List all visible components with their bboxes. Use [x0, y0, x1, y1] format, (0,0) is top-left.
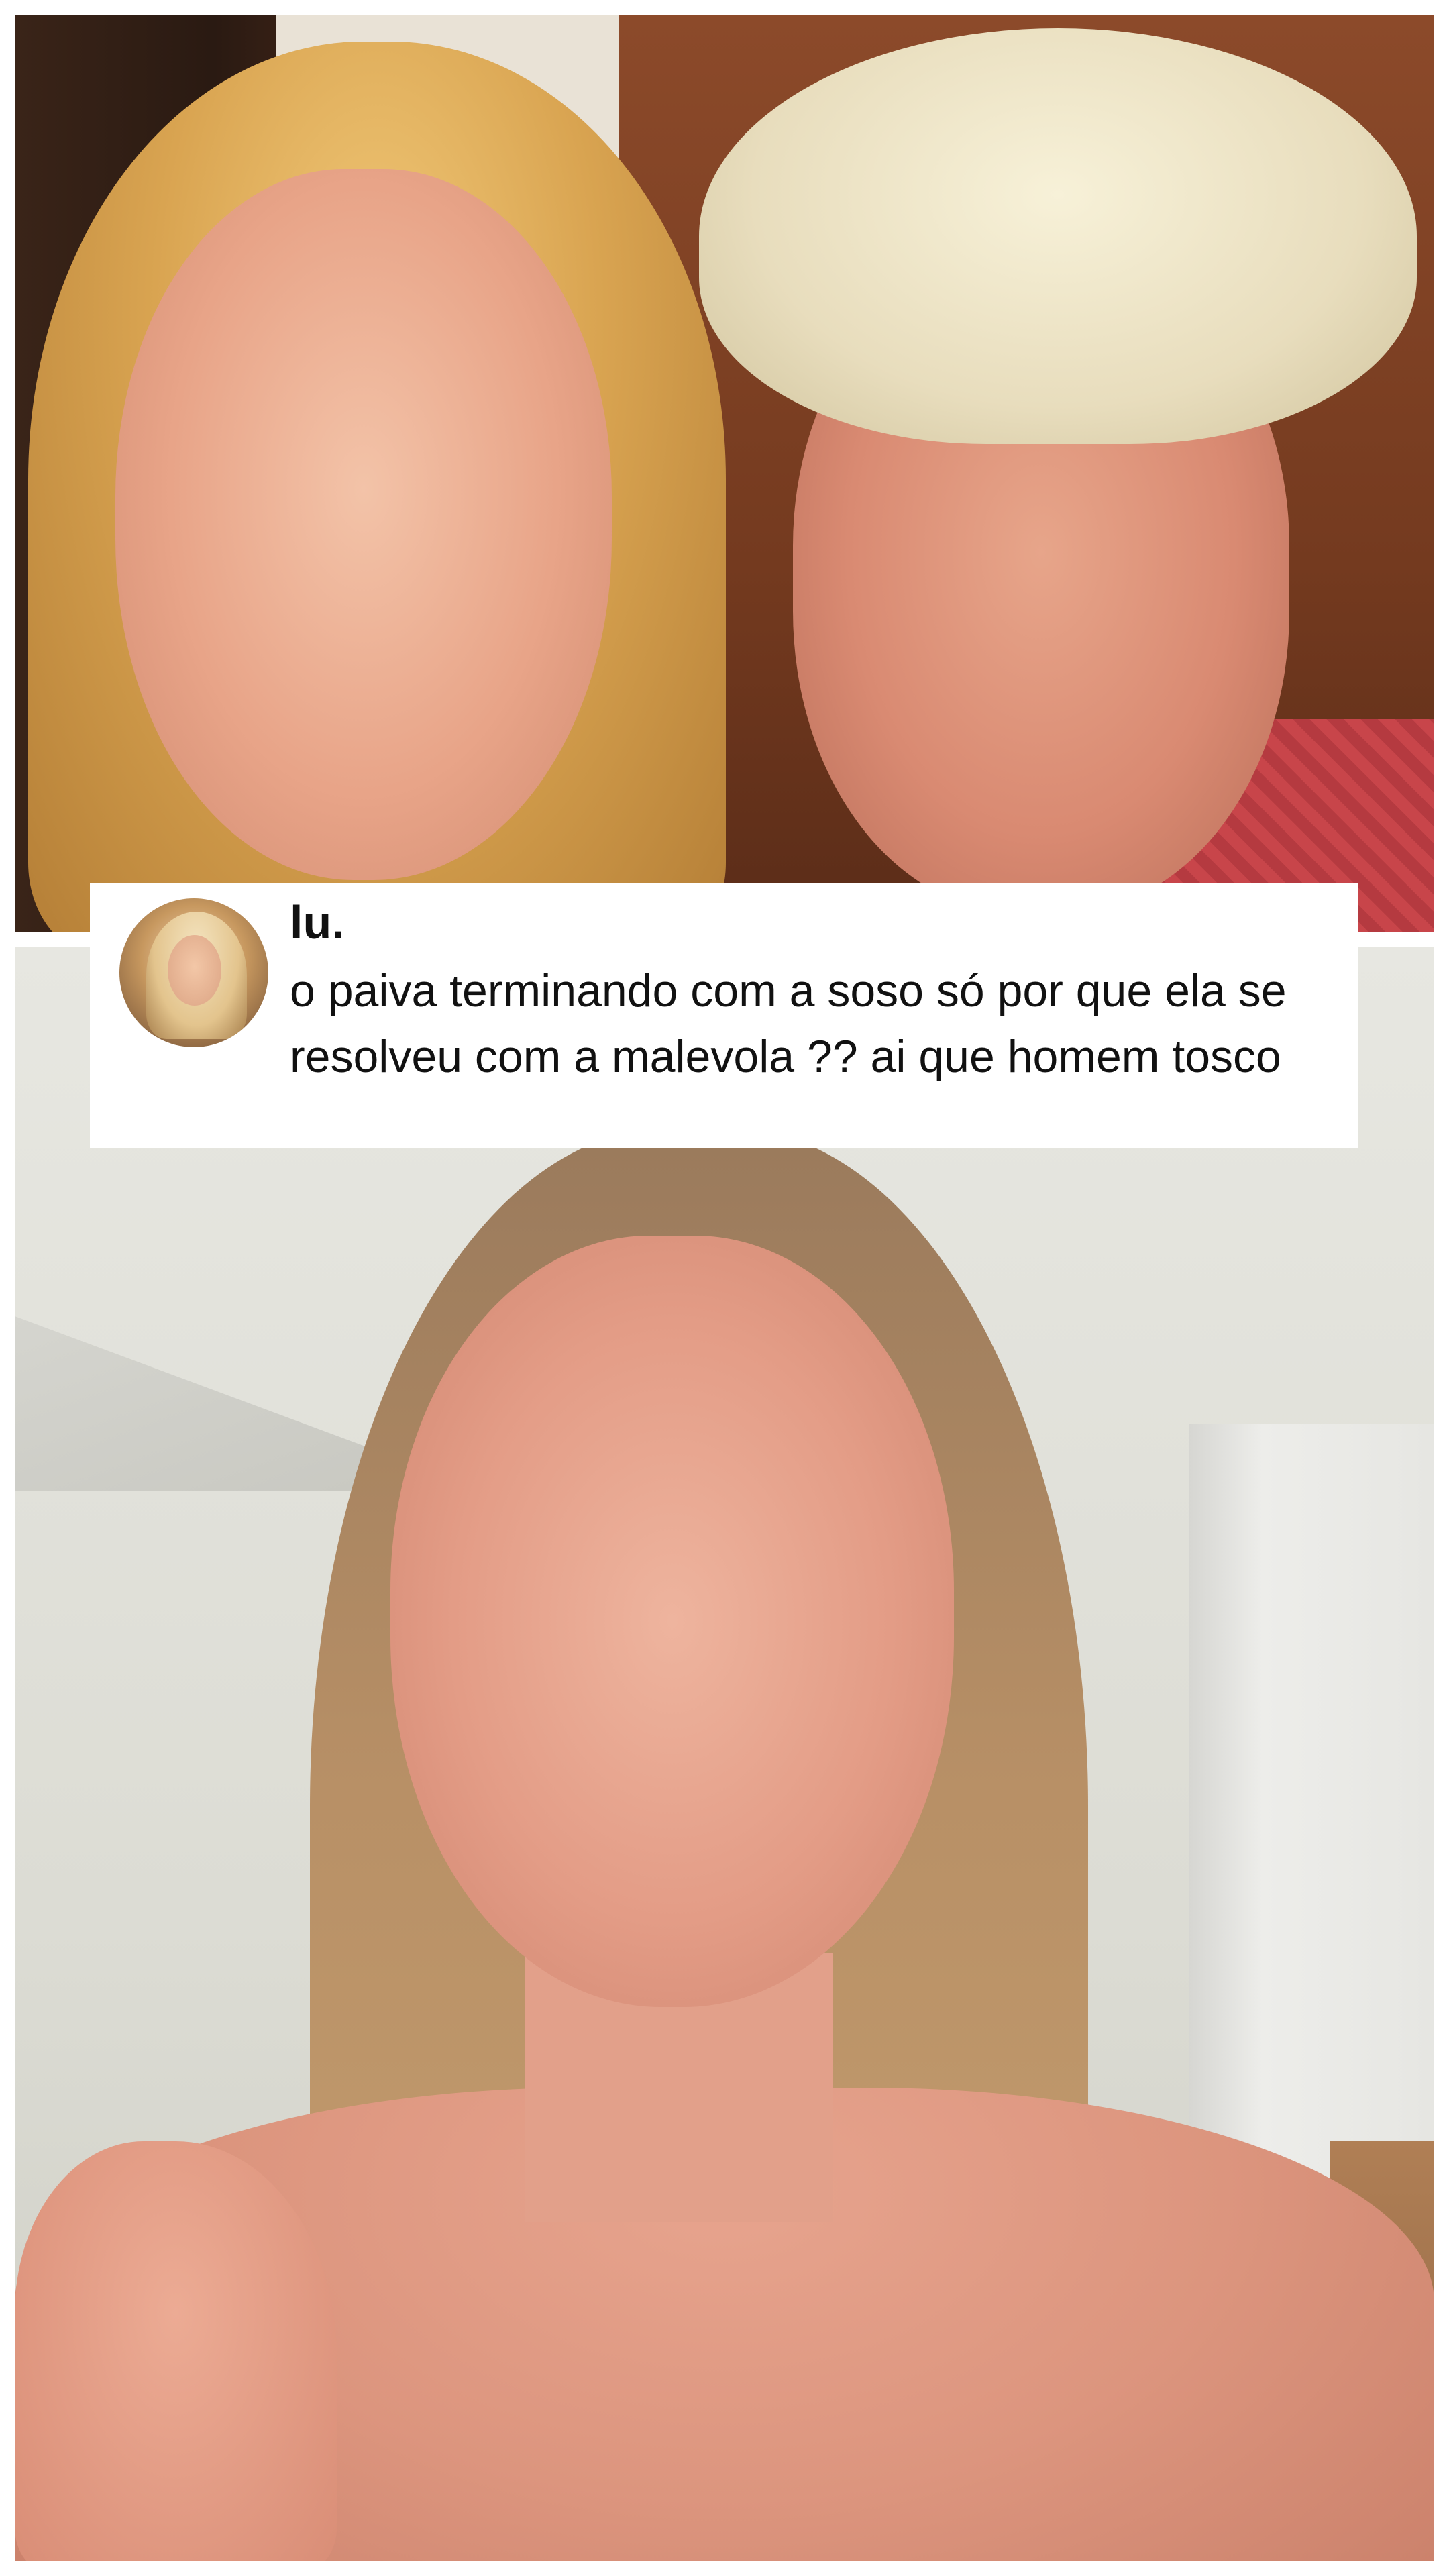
avatar-face: [168, 935, 221, 1006]
left-person-face: [115, 169, 612, 880]
bottom-video: [15, 947, 1434, 2561]
comment-username[interactable]: lu.: [290, 892, 345, 953]
bucket-hat: [699, 28, 1417, 444]
speaker-face: [390, 1236, 954, 2007]
top-photo: [15, 15, 1434, 932]
comment-text: o paiva terminando com a soso só por que…: [290, 965, 1287, 1082]
profile-avatar-icon[interactable]: [119, 898, 268, 1047]
reply-comment-card[interactable]: lu. o paiva terminando com a soso só por…: [90, 883, 1358, 1148]
reply-video-frame: lu. o paiva terminando com a soso só por…: [0, 0, 1449, 2576]
speaker-hand: [15, 2141, 337, 2561]
